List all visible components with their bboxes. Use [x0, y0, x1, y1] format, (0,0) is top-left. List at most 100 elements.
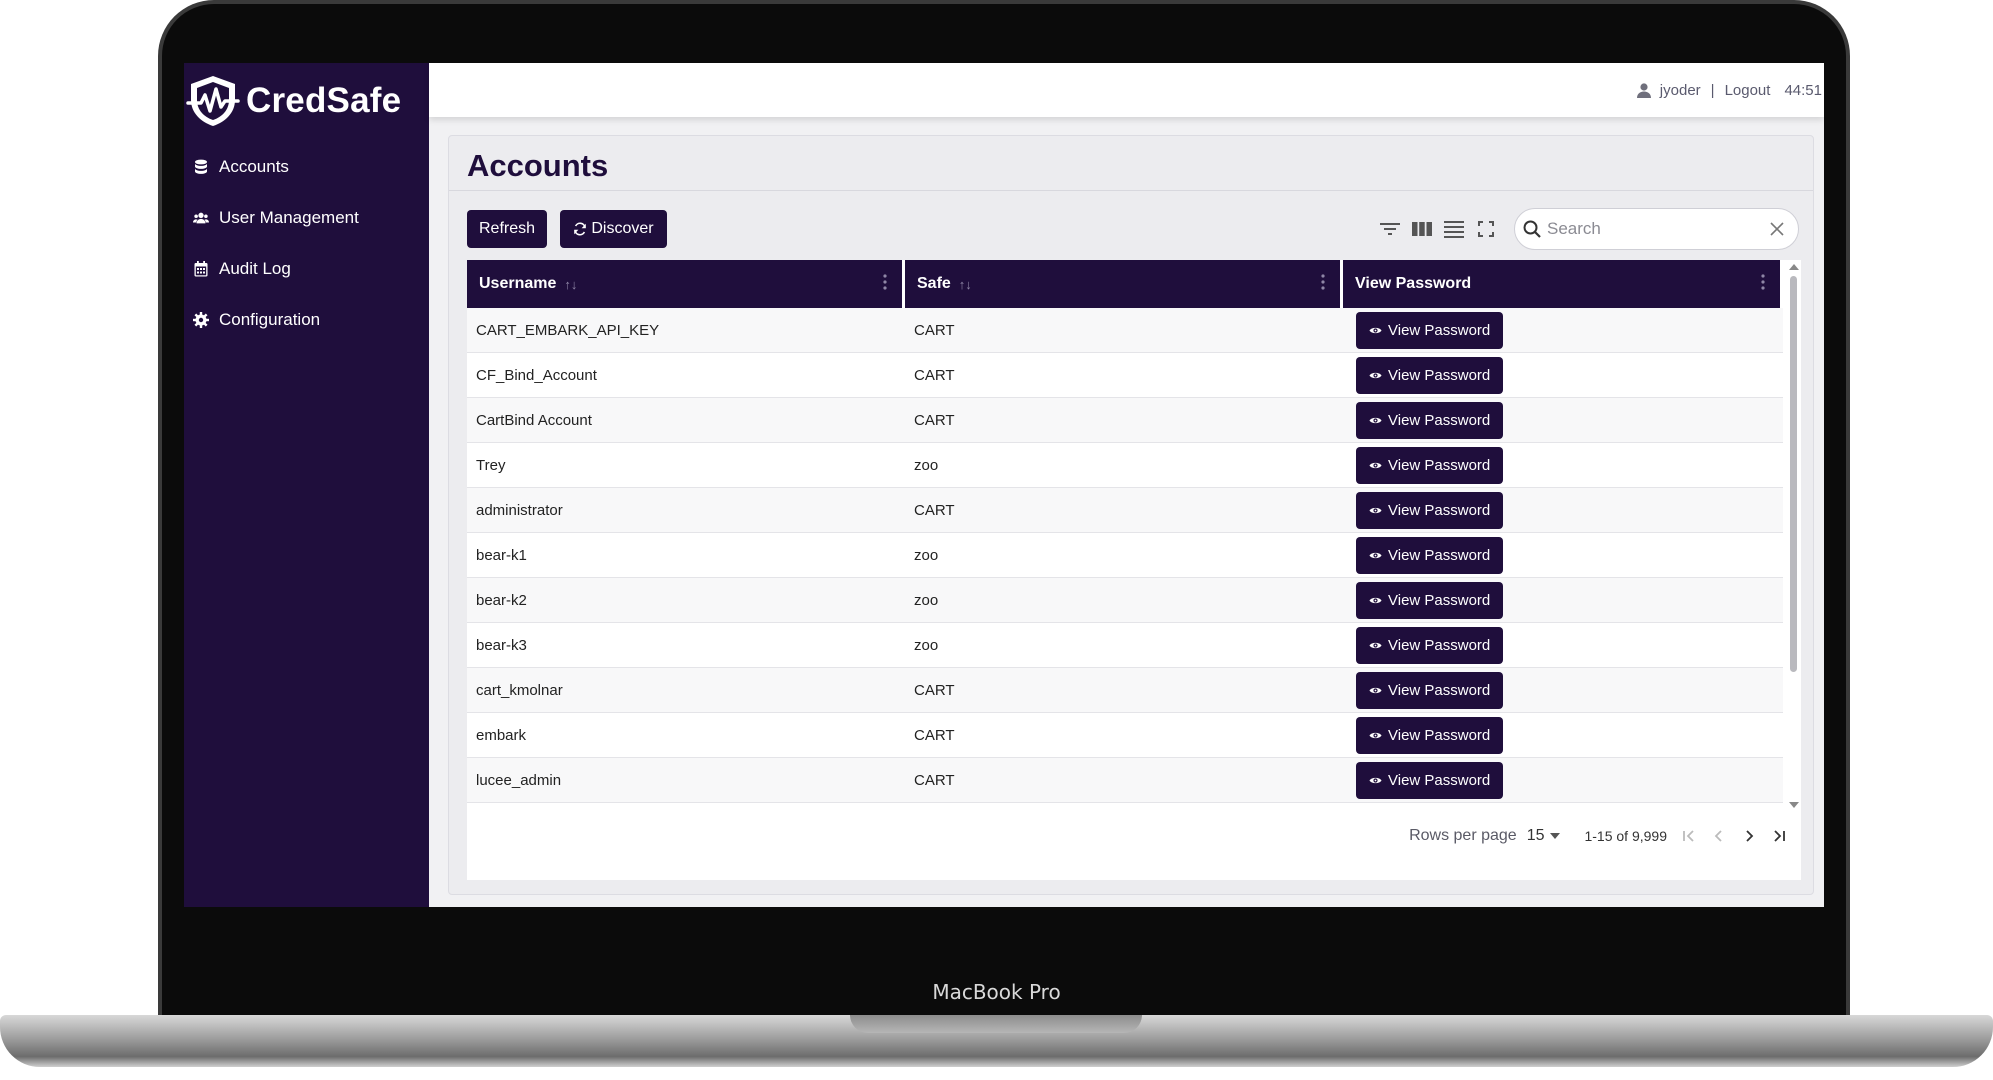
view-password-button[interactable]: View Password	[1356, 761, 1504, 799]
app-screen: CredSafe Accounts User Management Audit …	[184, 63, 1824, 907]
device-label: MacBook Pro	[932, 980, 1061, 1004]
view-password-button[interactable]: View Password	[1356, 581, 1504, 619]
table-row: lucee_admin CART View Password	[467, 758, 1783, 803]
view-password-label: View Password	[1388, 726, 1491, 744]
eye-icon	[1369, 777, 1382, 783]
scroll-down-icon[interactable]	[1787, 800, 1801, 810]
column-menu-icon[interactable]	[883, 274, 887, 290]
eye-icon	[1369, 597, 1382, 603]
rows-per-page-value: 15	[1526, 826, 1545, 844]
sidebar-item-configuration[interactable]: Configuration	[184, 294, 429, 345]
view-password-button[interactable]: View Password	[1356, 491, 1504, 529]
sidebar-item-accounts[interactable]: Accounts	[184, 141, 429, 192]
filter-icon[interactable]	[1379, 218, 1401, 240]
username: jyoder	[1659, 81, 1701, 99]
safe-cell: CART	[914, 321, 955, 339]
username-cell: embark	[476, 726, 527, 744]
view-password-button[interactable]: View Password	[1356, 401, 1504, 439]
refresh-button[interactable]: Refresh	[467, 210, 547, 248]
view-password-button[interactable]: View Password	[1356, 626, 1504, 664]
column-menu-icon[interactable]	[1761, 274, 1765, 290]
refresh-icon	[574, 222, 587, 236]
scroll-up-icon[interactable]	[1787, 262, 1801, 272]
logout-link[interactable]: Logout	[1725, 82, 1771, 99]
eye-icon	[1369, 642, 1382, 648]
user-icon	[1636, 82, 1651, 98]
discover-button[interactable]: Discover	[560, 210, 667, 248]
view-password-button[interactable]: View Password	[1356, 356, 1504, 394]
view-password-cell: View Password	[1343, 671, 1783, 709]
table-toolbar	[1379, 218, 1497, 240]
sidebar-item-audit-log[interactable]: Audit Log	[184, 243, 429, 294]
eye-icon	[1369, 507, 1382, 513]
safe-cell: zoo	[914, 546, 939, 564]
top-bar: jyoder | Logout 44:51	[429, 63, 1824, 117]
eye-icon	[1369, 552, 1382, 558]
sidebar-item-label: Accounts	[219, 156, 289, 176]
sort-icon[interactable]: ↑↓	[564, 277, 577, 292]
table-body: CART_EMBARK_API_KEY CART View Password CF_B…	[467, 308, 1783, 813]
users-icon	[193, 210, 209, 226]
clear-search-icon[interactable]	[1770, 222, 1784, 236]
view-password-button[interactable]: View Password	[1356, 671, 1504, 709]
pagination-range: 1-15 of 9,999	[1584, 827, 1667, 844]
safe-cell: CART	[914, 771, 955, 789]
caret-down-icon	[1550, 832, 1561, 839]
view-password-cell: View Password	[1343, 581, 1783, 619]
view-password-label: View Password	[1388, 771, 1491, 789]
view-password-button[interactable]: View Password	[1356, 536, 1504, 574]
safe-cell: zoo	[914, 456, 939, 474]
view-password-label: View Password	[1388, 366, 1491, 384]
first-page-icon[interactable]	[1681, 828, 1697, 844]
fullscreen-icon[interactable]	[1475, 218, 1497, 240]
username-cell: CartBind Account	[476, 411, 592, 429]
view-password-cell: View Password	[1343, 626, 1783, 664]
last-page-icon[interactable]	[1771, 828, 1787, 844]
sidebar-item-label: Audit Log	[219, 258, 291, 278]
header-separator: |	[1710, 81, 1715, 99]
rows-per-page-select[interactable]: 15	[1527, 827, 1561, 845]
database-icon	[193, 159, 209, 175]
discover-label: Discover	[591, 220, 654, 237]
pagination: Rows per page 15 1-15 of 9,999	[467, 813, 1801, 858]
sidebar-item-user-management[interactable]: User Management	[184, 192, 429, 243]
view-password-label: View Password	[1388, 636, 1491, 654]
search-input[interactable]	[1547, 219, 1770, 239]
view-password-cell: View Password	[1343, 356, 1783, 394]
column-header-safe[interactable]: Safe ↑↓	[905, 260, 1343, 308]
safe-cell: CART	[914, 366, 955, 384]
view-password-label: View Password	[1388, 456, 1491, 474]
rows-per-page-label: Rows per page	[1409, 826, 1517, 844]
current-user[interactable]: jyoder	[1636, 81, 1701, 99]
username-cell: bear-k3	[476, 636, 527, 654]
view-password-label: View Password	[1388, 591, 1491, 609]
view-password-cell: View Password	[1343, 401, 1783, 439]
column-menu-icon[interactable]	[1321, 274, 1325, 290]
view-password-button[interactable]: View Password	[1356, 446, 1504, 484]
view-password-cell: View Password	[1343, 536, 1783, 574]
username-cell: bear-k1	[476, 546, 527, 564]
previous-page-icon[interactable]	[1711, 828, 1727, 844]
table-scrollbar[interactable]	[1787, 260, 1801, 812]
eye-icon	[1369, 687, 1382, 693]
table-row: bear-k2 zoo View Password	[467, 578, 1783, 623]
accounts-panel: Accounts Refresh Discover Search Usernam…	[448, 135, 1814, 895]
column-header-username[interactable]: Username ↑↓	[467, 260, 905, 308]
shield-pulse-logo-icon	[186, 76, 240, 126]
brand[interactable]: CredSafe	[184, 63, 429, 133]
username-cell: cart_kmolnar	[476, 681, 563, 699]
column-resize-handle[interactable]	[1780, 260, 1783, 308]
table-row: cart_kmolnar CART View Password	[467, 668, 1783, 713]
next-page-icon[interactable]	[1741, 828, 1757, 844]
view-password-button[interactable]: View Password	[1356, 716, 1504, 754]
density-icon[interactable]	[1443, 218, 1465, 240]
sort-icon[interactable]: ↑↓	[959, 277, 972, 292]
view-password-cell: View Password	[1343, 311, 1783, 349]
sidebar: CredSafe Accounts User Management Audit …	[184, 63, 429, 907]
columns-icon[interactable]	[1411, 218, 1433, 240]
column-header-view-password[interactable]: View Password	[1343, 260, 1783, 308]
view-password-button[interactable]: View Password	[1356, 311, 1504, 349]
scroll-thumb[interactable]	[1790, 276, 1797, 672]
search-box	[1514, 208, 1799, 250]
safe-cell: zoo	[914, 591, 939, 609]
